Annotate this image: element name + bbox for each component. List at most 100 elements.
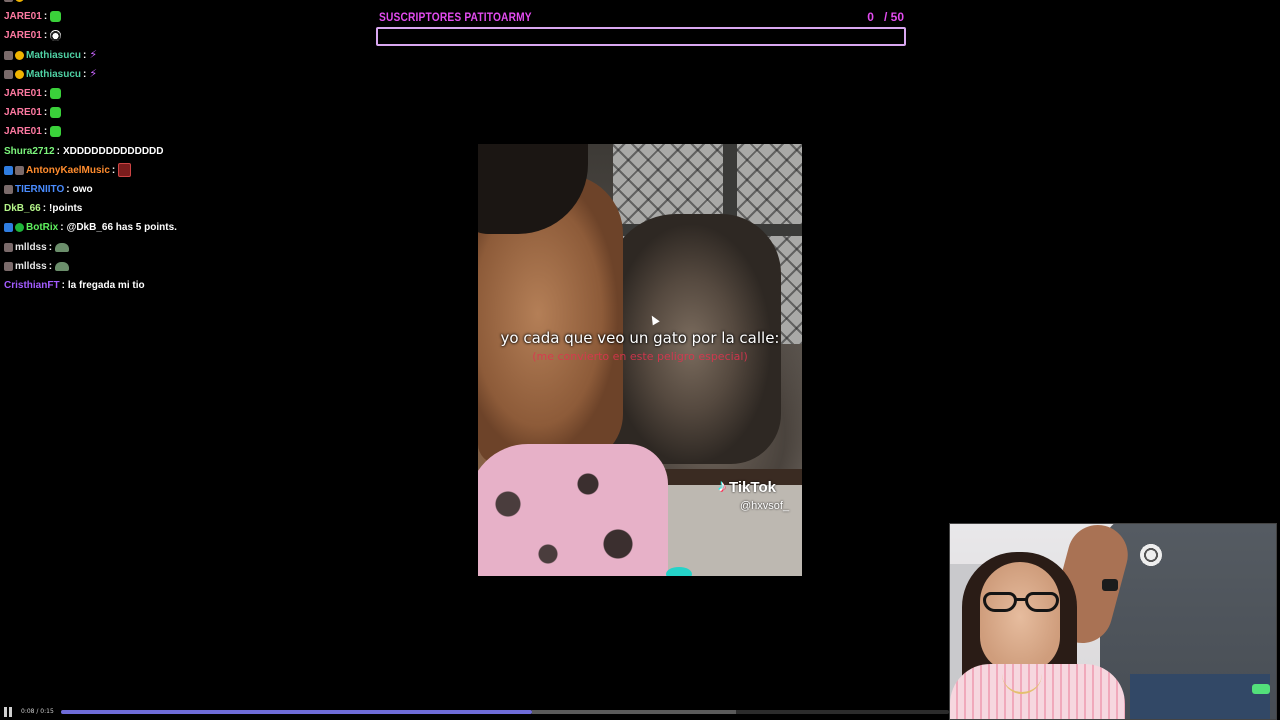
- chat-separator: :: [66, 183, 70, 195]
- chat-message: Mathiasucu :⚡: [0, 46, 360, 65]
- chat-message-text: la fregada mi tio: [67, 279, 145, 291]
- video-caption-sub: (me convierto en este peligro especial): [532, 350, 748, 363]
- chat-separator: :: [83, 49, 87, 61]
- chat-username[interactable]: BotRix: [26, 222, 58, 233]
- chat-emote-icon: [50, 126, 62, 138]
- sub-goal-progress-bar: [376, 27, 906, 46]
- chat-message-text: @DkB_66 has 5 points.: [66, 222, 177, 234]
- chat-username[interactable]: JARE01: [4, 11, 42, 22]
- chat-badge-icon: [15, 50, 24, 60]
- chat-separator: :: [43, 107, 48, 119]
- chat-emote-icon: [50, 107, 62, 119]
- chat-message: mlldss :: [0, 237, 360, 256]
- webcam-feed: [949, 523, 1277, 720]
- man-shirt: [478, 444, 668, 576]
- chat-separator: :: [42, 203, 47, 215]
- chat-emote-icon: ⚡: [89, 67, 98, 80]
- chat-username[interactable]: AntonyKaelMusic: [26, 165, 110, 176]
- chat-message: Shura2712 : XDDDDDDDDDDDDD: [0, 142, 360, 161]
- chat-emote-icon: [118, 163, 132, 178]
- chat-separator: :: [111, 164, 116, 176]
- chat-message: JARE01 :: [0, 84, 360, 103]
- chat-badge-icon: [4, 0, 13, 3]
- pajama: [950, 664, 1125, 719]
- chat-separator: :: [83, 0, 86, 3]
- tiktok-brand: TikTok: [729, 478, 776, 496]
- seek-bar-played: [61, 710, 532, 714]
- chat-badge-icon: [4, 242, 13, 252]
- chat-separator: :: [61, 279, 65, 291]
- chat-username[interactable]: mlldss: [15, 261, 47, 272]
- tiktok-video[interactable]: yo cada que veo un gato por la calle: (m…: [478, 144, 802, 576]
- chat-emote-icon: [55, 261, 70, 271]
- chat-message-text: owo: [72, 183, 93, 195]
- jeans: [1130, 674, 1270, 719]
- chat-message: CristhianFT : la fregada mi tio: [0, 276, 360, 295]
- glasses: [983, 592, 1061, 614]
- chat-message: mlldss :: [0, 257, 360, 276]
- woman-face: [980, 562, 1060, 672]
- teal-object: [666, 567, 692, 576]
- chat-separator: :: [43, 126, 48, 138]
- chat-username[interactable]: Shura2712: [4, 146, 55, 157]
- chat-separator: :: [43, 88, 48, 100]
- pause-icon[interactable]: [4, 707, 13, 717]
- chat-message: BotRix : @DkB_66 has 5 points.: [0, 218, 360, 237]
- chat-badge-icon: [4, 50, 13, 60]
- chat-username[interactable]: Mathiasucu: [26, 0, 81, 3]
- chat-username[interactable]: Mathiasucu: [26, 50, 81, 61]
- chat-emote-icon: ⚡: [89, 0, 97, 3]
- chat-badge-icon: [15, 0, 24, 3]
- chat-username[interactable]: JARE01: [4, 30, 42, 41]
- tiktok-handle: @hxvsof_: [740, 500, 790, 512]
- sub-goal-title: SUSCRIPTORES PATITOARMY: [379, 10, 532, 24]
- chat-message-text: XDDDDDDDDDDDDD: [62, 145, 164, 157]
- chat-badge-icon: [4, 261, 13, 271]
- playback-time: 0:08 / 0:15: [21, 708, 54, 715]
- chat-emote-icon: [55, 242, 70, 252]
- chat-separator: :: [48, 241, 53, 253]
- chat-message: JARE01 :: [0, 26, 360, 45]
- chat-message-text: !points: [49, 203, 83, 215]
- chat-message: Mathiasucu :⚡: [0, 65, 360, 84]
- chat-message: JARE01 :: [0, 7, 360, 26]
- chat-username[interactable]: Mathiasucu: [26, 69, 81, 80]
- chat-badge-icon: [4, 69, 13, 79]
- chat-message: DkB_66 : !points: [0, 199, 360, 218]
- chat-emote-icon: [50, 30, 62, 42]
- video-caption: yo cada que veo un gato por la calle:: [500, 329, 780, 347]
- sub-goal-count: 0 / 50: [867, 10, 904, 24]
- chat-separator: :: [48, 260, 53, 272]
- chat-badge-icon: [4, 184, 13, 194]
- tiktok-icon: ♪: [718, 478, 726, 495]
- chat-username[interactable]: mlldss: [15, 242, 47, 253]
- chat-message: JARE01 :: [0, 122, 360, 141]
- chat-badge-icon: [15, 223, 24, 233]
- chat-message: Mathiasucu :⚡: [0, 0, 360, 7]
- chat-badge-icon: [4, 223, 13, 233]
- chat-separator: :: [83, 68, 87, 80]
- chat-username[interactable]: JARE01: [4, 88, 42, 99]
- chat-separator: :: [60, 222, 64, 234]
- chat-username[interactable]: JARE01: [4, 107, 42, 118]
- chat-message: TIERNIITO : owo: [0, 180, 360, 199]
- chat-username[interactable]: TIERNIITO: [15, 184, 64, 195]
- chat-badge-icon: [4, 165, 13, 175]
- sub-goal-target: / 50: [883, 10, 904, 24]
- sub-goal-current: 0: [867, 10, 874, 24]
- chat-separator: :: [43, 11, 48, 23]
- chat-separator: :: [56, 145, 60, 157]
- chat-emote-icon: [50, 11, 62, 23]
- wristband: [1252, 684, 1270, 694]
- chat-badge-icon: [15, 69, 24, 79]
- chat-username[interactable]: CristhianFT: [4, 280, 60, 291]
- chat-emote-icon: ⚡: [89, 48, 98, 61]
- chat-separator: :: [43, 30, 48, 42]
- shirt-print: [1140, 542, 1162, 568]
- chat-username[interactable]: JARE01: [4, 126, 42, 137]
- chat-message: AntonyKaelMusic :: [0, 161, 360, 180]
- tiktok-watermark: ♪ TikTok: [718, 478, 776, 496]
- chat-message: JARE01 :: [0, 103, 360, 122]
- seek-bar[interactable]: [61, 710, 949, 714]
- chat-username[interactable]: DkB_66: [4, 203, 41, 214]
